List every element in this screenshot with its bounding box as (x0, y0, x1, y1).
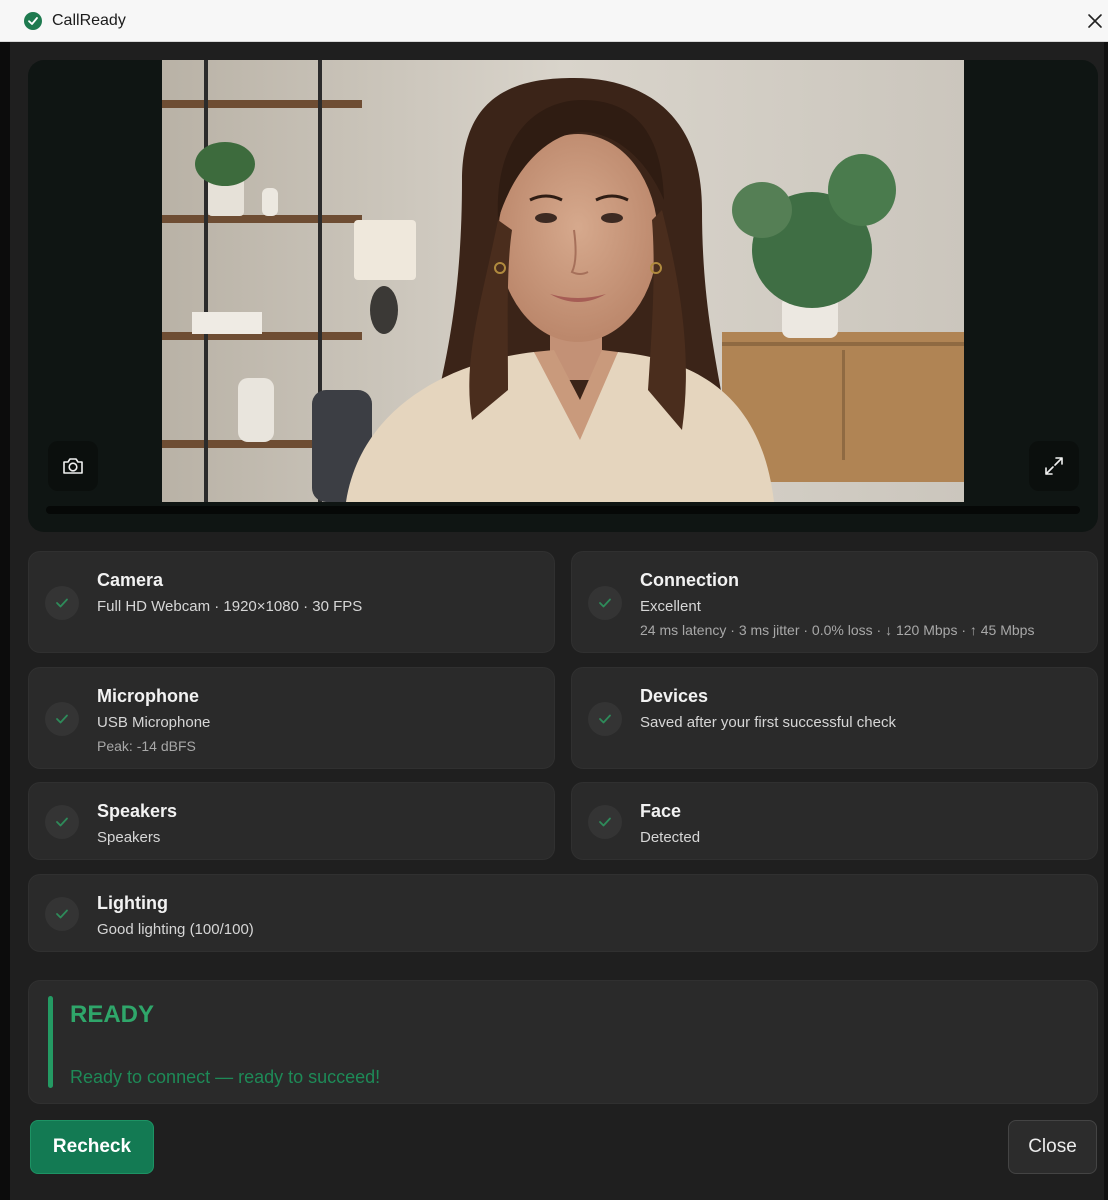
check-title: Connection (640, 570, 739, 590)
check-icon (588, 805, 622, 839)
check-icon (45, 805, 79, 839)
check-detail: Full HD Webcam · 1920×1080 · 30 FPS (97, 598, 363, 615)
check-detail: Saved after your first successful check (640, 714, 896, 731)
check-detail: USB Microphone (97, 714, 211, 731)
preview-progress-track (46, 506, 1080, 514)
check-icon (588, 586, 622, 620)
check-detail: Good lighting (100/100) (97, 921, 254, 938)
camera-preview-panel (28, 60, 1098, 532)
check-title: Devices (640, 686, 709, 706)
check-icon (45, 702, 79, 736)
check-icon (45, 897, 79, 931)
status-message: Ready to connect — ready to succeed! (70, 1067, 381, 1087)
check-detail: Speakers (97, 829, 161, 846)
fullscreen-button[interactable] (1029, 441, 1079, 491)
status-accent-bar (48, 996, 53, 1088)
snapshot-button[interactable] (48, 441, 98, 491)
window-edge (0, 42, 10, 1200)
check-metrics: 24 ms latency · 3 ms jitter · 0.0% loss … (640, 622, 1035, 638)
status-label: READY (70, 1001, 155, 1028)
check-card-lighting: Lighting Good lighting (100/100) (28, 874, 1098, 952)
close-button[interactable]: Close (1008, 1120, 1097, 1174)
check-title: Microphone (97, 686, 199, 706)
check-card-microphone: Microphone USB Microphone Peak: -14 dBFS (28, 667, 555, 769)
check-title: Lighting (97, 893, 168, 913)
check-circle-icon (24, 12, 42, 30)
check-icon (45, 586, 79, 620)
check-title: Camera (97, 570, 164, 590)
app-title: CallReady (52, 12, 126, 29)
check-title: Face (640, 801, 682, 821)
check-detail: Detected (640, 829, 701, 846)
check-card-connection: Connection Excellent 24 ms latency · 3 m… (571, 551, 1098, 653)
check-card-face: Face Detected (571, 782, 1098, 860)
recheck-button[interactable]: Recheck (30, 1120, 154, 1174)
check-detail: Excellent (640, 598, 701, 615)
title-bar: CallReady (0, 0, 1108, 42)
check-card-devices: Devices Saved after your first successfu… (571, 667, 1098, 769)
window-edge (1104, 42, 1108, 1200)
status-panel: READY Ready to connect — ready to succee… (28, 980, 1098, 1104)
check-card-speakers: Speakers Speakers (28, 782, 555, 860)
close-icon[interactable] (1084, 10, 1106, 32)
check-card-camera: Camera Full HD Webcam · 1920×1080 · 30 F… (28, 551, 555, 653)
check-metrics: Peak: -14 dBFS (97, 738, 196, 754)
check-title: Speakers (97, 801, 178, 821)
check-icon (588, 702, 622, 736)
camera-preview (162, 60, 964, 502)
